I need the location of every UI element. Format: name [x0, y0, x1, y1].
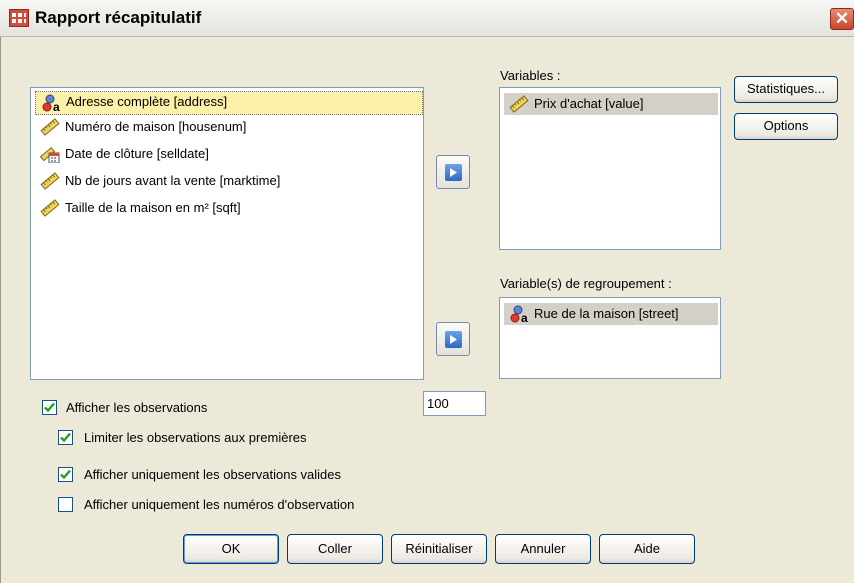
list-item[interactable]: Prix d'achat [value]	[504, 93, 718, 115]
valid-only-label: Afficher uniquement les observations val…	[84, 467, 342, 482]
list-item[interactable]: Nb de jours avant la vente [marktime]	[35, 170, 286, 192]
window-title: Rapport récapitulatif	[35, 8, 202, 27]
list-item[interactable]: Taille de la maison en m² [sqft]	[35, 197, 247, 219]
move-to-variables-button[interactable]	[436, 155, 470, 189]
nominal-string-icon: a	[42, 94, 60, 112]
arrow-right-icon	[450, 168, 457, 177]
check-icon	[60, 432, 71, 443]
title-bar: Rapport récapitulatif ✕	[0, 0, 854, 37]
grouping-label: Variable(s) de regroupement :	[500, 276, 672, 291]
move-to-grouping-button[interactable]	[436, 322, 470, 356]
table-app-icon	[9, 9, 29, 27]
scale-ruler-icon	[40, 199, 60, 217]
valid-only-checkbox[interactable]	[58, 467, 73, 482]
list-item[interactable]: Date de clôture [selldate]	[35, 143, 215, 165]
case-numbers-checkbox[interactable]	[58, 497, 73, 512]
svg-text:a: a	[521, 311, 528, 323]
show-cases-label: Afficher les observations	[66, 400, 208, 415]
check-icon	[60, 469, 71, 480]
arrow-right-icon	[450, 335, 457, 344]
limit-cases-input[interactable]	[423, 391, 486, 416]
scale-ruler-icon	[40, 172, 60, 190]
nominal-string-icon: a	[510, 305, 528, 323]
list-item[interactable]: a Rue de la maison [street]	[504, 303, 718, 325]
help-button[interactable]: Aide	[599, 534, 695, 564]
close-icon: ✕	[834, 9, 850, 28]
variables-label: Variables :	[500, 68, 561, 83]
statistics-button[interactable]: Statistiques...	[734, 76, 838, 103]
options-button[interactable]: Options	[734, 113, 838, 140]
limit-cases-checkbox[interactable]	[58, 430, 73, 445]
limit-cases-label: Limiter les observations aux premières	[84, 430, 307, 445]
paste-button[interactable]: Coller	[287, 534, 383, 564]
variables-list[interactable]: Prix d'achat [value]	[499, 87, 721, 250]
list-item[interactable]: a Adresse complète [address]	[35, 91, 423, 115]
grouping-variable-list[interactable]: a Rue de la maison [street]	[499, 297, 721, 379]
scale-ruler-icon	[509, 95, 529, 113]
source-variable-list[interactable]: a Adresse complète [address] Numéro de m…	[30, 87, 424, 380]
case-numbers-label: Afficher uniquement les numéros d'observ…	[84, 497, 355, 512]
scale-date-icon	[40, 147, 60, 163]
list-item[interactable]: Numéro de maison [housenum]	[35, 116, 252, 138]
cancel-button[interactable]: Annuler	[495, 534, 591, 564]
scale-ruler-icon	[40, 118, 60, 136]
check-icon	[44, 402, 55, 413]
ok-button[interactable]: OK	[183, 534, 279, 564]
show-cases-checkbox[interactable]	[42, 400, 57, 415]
close-button[interactable]: ✕	[830, 8, 854, 30]
reset-button[interactable]: Réinitialiser	[391, 534, 487, 564]
svg-text:a: a	[53, 100, 60, 112]
